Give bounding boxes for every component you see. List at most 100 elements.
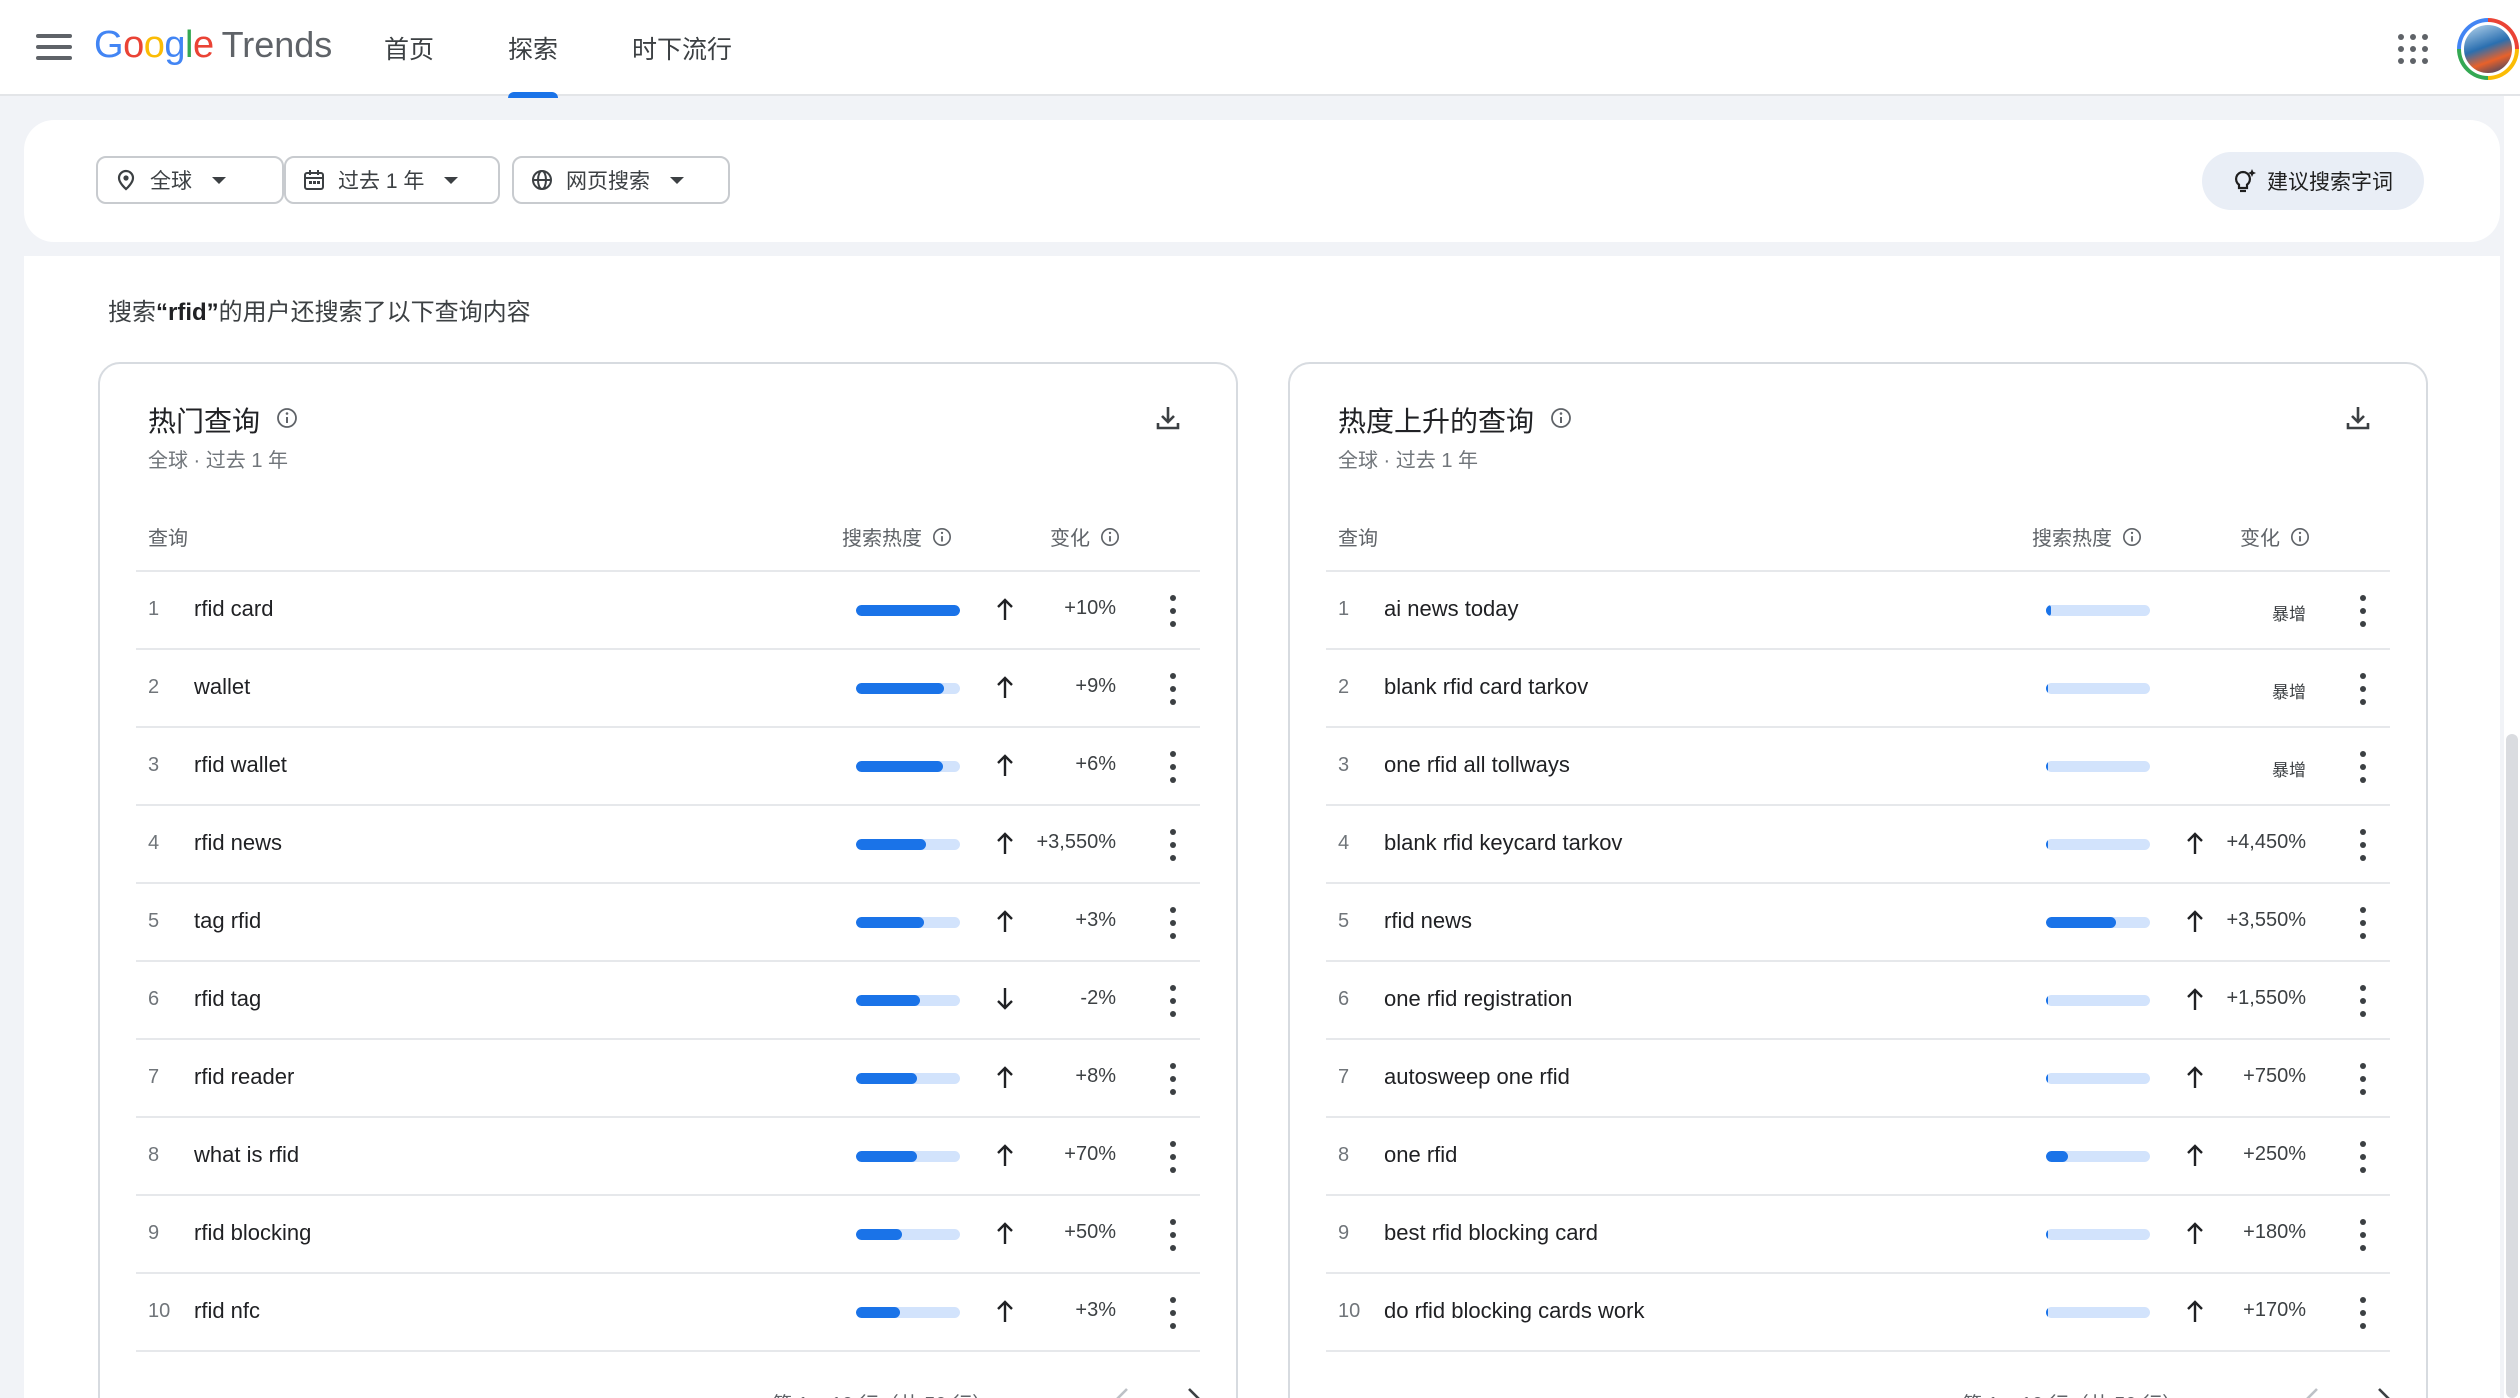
row-change: +6% — [1075, 753, 1116, 775]
more-vert-icon[interactable] — [2358, 1297, 2368, 1329]
row-change: +50% — [1064, 1221, 1116, 1243]
row-query[interactable]: rfid blocking — [194, 1220, 311, 1246]
more-vert-icon[interactable] — [2358, 829, 2368, 861]
table-row[interactable]: 1 rfid card +10% — [136, 572, 1200, 650]
table-row[interactable]: 6 one rfid registration +1,550% — [1326, 962, 2390, 1040]
more-vert-icon[interactable] — [2358, 751, 2368, 783]
row-rank: 4 — [148, 832, 160, 854]
chevron-left-icon[interactable] — [2302, 1386, 2322, 1398]
tab-trending-now[interactable]: 时下流行 — [608, 0, 756, 96]
column-header-query: 查询 — [148, 528, 188, 550]
location-pin-icon — [114, 168, 138, 192]
arrow-up-icon — [996, 830, 1014, 858]
row-query[interactable]: do rfid blocking cards work — [1384, 1298, 1644, 1324]
more-vert-icon[interactable] — [1168, 1063, 1178, 1095]
row-query[interactable]: autosweep one rfid — [1384, 1064, 1570, 1090]
more-vert-icon[interactable] — [2358, 1141, 2368, 1173]
table-row[interactable]: 3 one rfid all tollways 暴增 — [1326, 728, 2390, 806]
more-vert-icon[interactable] — [1168, 1141, 1178, 1173]
search-type-dropdown[interactable]: 网页搜索 — [512, 156, 730, 204]
more-vert-icon[interactable] — [1168, 1297, 1178, 1329]
chevron-right-icon[interactable] — [2374, 1386, 2394, 1398]
row-query[interactable]: rfid wallet — [194, 752, 287, 778]
more-vert-icon[interactable] — [1168, 595, 1178, 627]
table-row[interactable]: 9 best rfid blocking card +180% — [1326, 1196, 2390, 1274]
page-scrollbar-thumb[interactable] — [2506, 734, 2518, 1398]
table-row[interactable]: 2 blank rfid card tarkov 暴增 — [1326, 650, 2390, 728]
table-row[interactable]: 8 one rfid +250% — [1326, 1118, 2390, 1196]
row-query[interactable]: rfid reader — [194, 1064, 294, 1090]
row-query[interactable]: rfid card — [194, 596, 273, 622]
row-query[interactable]: what is rfid — [194, 1142, 299, 1168]
time-range-dropdown[interactable]: 过去 1 年 — [284, 156, 500, 204]
table-row[interactable]: 6 rfid tag -2% — [136, 962, 1200, 1040]
more-vert-icon[interactable] — [2358, 595, 2368, 627]
more-vert-icon[interactable] — [1168, 985, 1178, 1017]
tab-home[interactable]: 首页 — [360, 0, 458, 96]
table-row[interactable]: 10 do rfid blocking cards work +170% — [1326, 1274, 2390, 1352]
table-row[interactable]: 4 blank rfid keycard tarkov +4,450% — [1326, 806, 2390, 884]
info-icon[interactable] — [932, 527, 952, 547]
table-row[interactable]: 5 tag rfid +3% — [136, 884, 1200, 962]
table-row[interactable]: 9 rfid blocking +50% — [136, 1196, 1200, 1274]
download-icon[interactable] — [2344, 404, 2372, 437]
row-change: 暴增 — [2272, 761, 2306, 780]
chevron-left-icon[interactable] — [1112, 1386, 1132, 1398]
row-rank: 3 — [1338, 754, 1350, 776]
more-vert-icon[interactable] — [1168, 829, 1178, 861]
search-volume-fill — [2046, 1073, 2049, 1084]
table-row[interactable]: 8 what is rfid +70% — [136, 1118, 1200, 1196]
table-row[interactable]: 4 rfid news +3,550% — [136, 806, 1200, 884]
search-volume-fill — [2046, 839, 2049, 850]
more-vert-icon[interactable] — [2358, 673, 2368, 705]
chevron-right-icon[interactable] — [1184, 1386, 1204, 1398]
row-query[interactable]: one rfid all tollways — [1384, 752, 1570, 778]
suggest-search-terms-button[interactable]: 建议搜索字词 — [2202, 152, 2424, 210]
more-vert-icon[interactable] — [1168, 751, 1178, 783]
calendar-icon — [302, 168, 326, 192]
table-row[interactable]: 2 wallet +9% — [136, 650, 1200, 728]
info-icon[interactable] — [276, 404, 298, 436]
table-row[interactable]: 5 rfid news +3,550% — [1326, 884, 2390, 962]
row-query[interactable]: best rfid blocking card — [1384, 1220, 1598, 1246]
row-query[interactable]: tag rfid — [194, 908, 261, 934]
account-avatar[interactable] — [2457, 18, 2519, 80]
row-query[interactable]: rfid news — [194, 830, 282, 856]
more-vert-icon[interactable] — [2358, 907, 2368, 939]
more-vert-icon[interactable] — [2358, 1219, 2368, 1251]
row-change: +180% — [2243, 1221, 2306, 1243]
search-volume-bar — [2046, 1307, 2150, 1318]
row-query[interactable]: blank rfid keycard tarkov — [1384, 830, 1622, 856]
search-volume-fill — [2046, 995, 2049, 1006]
hamburger-menu-icon[interactable] — [36, 34, 72, 62]
row-query[interactable]: one rfid — [1384, 1142, 1457, 1168]
table-row[interactable]: 7 rfid reader +8% — [136, 1040, 1200, 1118]
more-vert-icon[interactable] — [1168, 907, 1178, 939]
info-icon[interactable] — [1100, 527, 1120, 547]
row-query[interactable]: blank rfid card tarkov — [1384, 674, 1588, 700]
info-icon[interactable] — [2290, 527, 2310, 547]
more-vert-icon[interactable] — [1168, 673, 1178, 705]
tab-explore[interactable]: 探索 — [484, 0, 582, 98]
row-query[interactable]: rfid nfc — [194, 1298, 260, 1324]
table-row[interactable]: 7 autosweep one rfid +750% — [1326, 1040, 2390, 1118]
arrow-up-icon — [2186, 830, 2204, 858]
more-vert-icon[interactable] — [1168, 1219, 1178, 1251]
table-row[interactable]: 1 ai news today 暴增 — [1326, 572, 2390, 650]
more-vert-icon[interactable] — [2358, 985, 2368, 1017]
download-icon[interactable] — [1154, 404, 1182, 437]
row-change: -2% — [1080, 987, 1116, 1009]
google-trends-logo[interactable]: Google Trends — [94, 24, 332, 72]
more-vert-icon[interactable] — [2358, 1063, 2368, 1095]
row-query[interactable]: wallet — [194, 674, 250, 700]
table-row[interactable]: 10 rfid nfc +3% — [136, 1274, 1200, 1352]
row-query[interactable]: rfid news — [1384, 908, 1472, 934]
location-dropdown[interactable]: 全球 — [96, 156, 284, 204]
info-icon[interactable] — [1550, 404, 1572, 436]
info-icon[interactable] — [2122, 527, 2142, 547]
row-query[interactable]: ai news today — [1384, 596, 1519, 622]
apps-grid-icon[interactable] — [2398, 34, 2428, 64]
table-row[interactable]: 3 rfid wallet +6% — [136, 728, 1200, 806]
row-query[interactable]: one rfid registration — [1384, 986, 1572, 1012]
row-query[interactable]: rfid tag — [194, 986, 261, 1012]
